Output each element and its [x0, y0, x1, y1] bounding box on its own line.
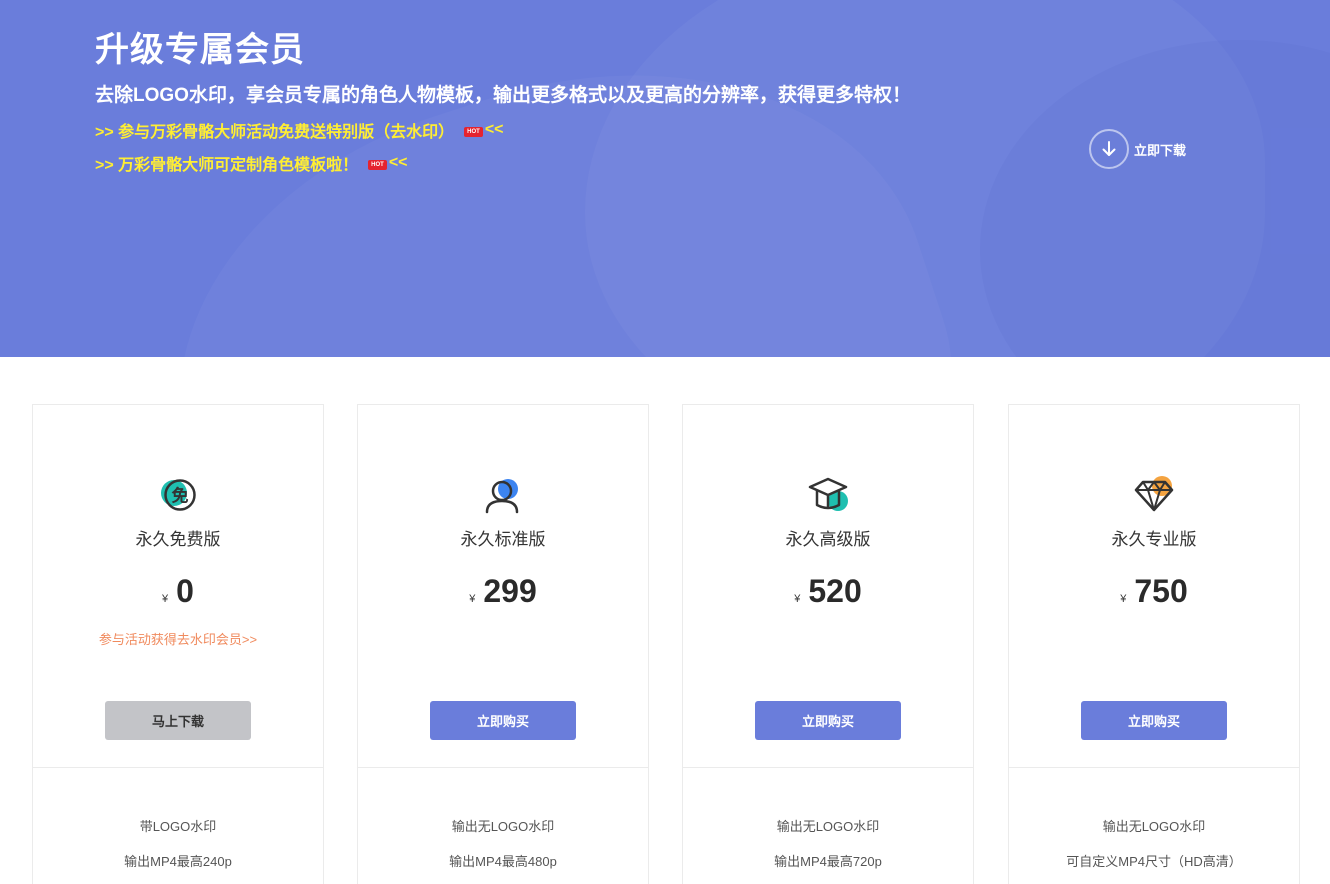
free-badge-icon: 免: [158, 475, 198, 515]
plan-price: ¥299: [358, 573, 648, 610]
currency-symbol: ¥: [162, 593, 169, 605]
promo-suffix: <<: [484, 121, 504, 138]
buy-professional-button[interactable]: 立即购买: [1081, 701, 1227, 740]
price-amount: 0: [176, 573, 194, 609]
price-amount: 750: [1134, 573, 1188, 609]
promo-text: >> 参与万彩骨骼大师活动免费送特别版（去水印）: [95, 124, 455, 141]
card-divider: [1009, 767, 1299, 768]
plan-feature: 输出无LOGO水印: [451, 819, 555, 834]
download-now-label: 立即下载: [1134, 142, 1187, 158]
page-title: 升级专属会员: [95, 31, 305, 69]
hot-badge: HOT: [368, 160, 387, 170]
plan-feature: 输出MP4最高720p: [774, 854, 882, 869]
plan-name: 永久标准版: [460, 530, 546, 549]
user-icon: [483, 475, 523, 515]
plan-feature: 可自定义MP4尺寸（HD高清）: [1066, 854, 1242, 869]
download-arrow-icon: [1089, 129, 1129, 169]
plan-feature: 输出无LOGO水印: [776, 819, 880, 834]
price-amount: 299: [483, 573, 537, 609]
plan-name: 永久免费版: [135, 530, 221, 549]
currency-symbol: ¥: [794, 593, 801, 605]
promo-text: >> 万彩骨骼大师可定制角色模板啦！: [95, 157, 359, 174]
download-free-button[interactable]: 马上下载: [105, 701, 251, 740]
plan-price: ¥750: [1009, 573, 1299, 610]
plan-feature: 输出MP4最高240p: [124, 854, 232, 869]
plan-price: ¥520: [683, 573, 973, 610]
plan-name: 永久高级版: [785, 530, 871, 549]
diamond-icon: [1134, 475, 1174, 515]
graduation-cap-icon: [808, 475, 848, 515]
plan-card-advanced: 永久高级版 ¥520 立即购买 输出无LOGO水印 输出MP4最高720p: [682, 404, 974, 884]
activity-membership-link[interactable]: 参与活动获得去水印会员>>: [33, 629, 323, 648]
card-divider: [33, 767, 323, 768]
card-divider: [683, 767, 973, 768]
buy-standard-button[interactable]: 立即购买: [430, 701, 576, 740]
plan-card-free: 免 永久免费版 ¥0 参与活动获得去水印会员>> 马上下载 带LOGO水印 输出…: [32, 404, 324, 884]
plan-price: ¥0: [33, 573, 323, 610]
hot-badge: HOT: [464, 127, 483, 137]
promo-suffix: <<: [388, 154, 408, 171]
promo-link-activity[interactable]: >> 参与万彩骨骼大师活动免费送特别版（去水印） HOT <<: [95, 118, 504, 142]
plan-feature: 输出MP4最高480p: [449, 854, 557, 869]
plan-card-standard: 永久标准版 ¥299 立即购买 输出无LOGO水印 输出MP4最高480p: [357, 404, 649, 884]
plan-feature: 输出无LOGO水印: [1102, 819, 1206, 834]
plan-feature: 带LOGO水印: [139, 819, 217, 834]
price-amount: 520: [808, 573, 862, 609]
svg-text:免: 免: [172, 486, 189, 507]
download-now-button[interactable]: 立即下载: [1089, 129, 1186, 169]
currency-symbol: ¥: [469, 593, 476, 605]
plan-card-professional: 永久专业版 ¥750 立即购买 输出无LOGO水印 可自定义MP4尺寸（HD高清…: [1008, 404, 1300, 884]
card-divider: [358, 767, 648, 768]
currency-symbol: ¥: [1120, 593, 1127, 605]
buy-advanced-button[interactable]: 立即购买: [755, 701, 901, 740]
hero-subtitle: 去除LOGO水印，享会员专属的角色人物模板，输出更多格式以及更高的分辨率，获得更…: [95, 85, 911, 106]
plan-name: 永久专业版: [1111, 530, 1197, 549]
promo-link-custom-template[interactable]: >> 万彩骨骼大师可定制角色模板啦！ HOT <<: [95, 151, 408, 175]
hero-banner: 升级专属会员 去除LOGO水印，享会员专属的角色人物模板，输出更多格式以及更高的…: [0, 0, 1330, 357]
